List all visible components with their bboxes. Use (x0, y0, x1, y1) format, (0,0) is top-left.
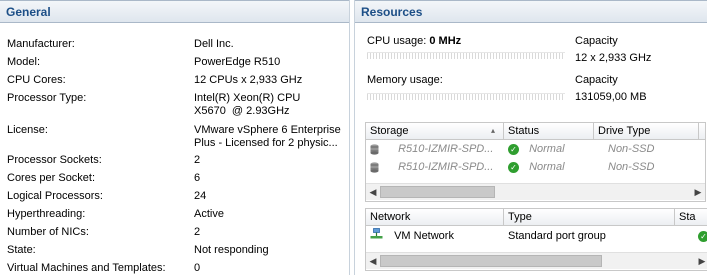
resources-header: Resources (355, 0, 707, 23)
cpu-capacity-label: Capacity (575, 35, 618, 47)
memory-usage-meter (367, 93, 565, 100)
network-column-header[interactable]: Network (366, 209, 504, 225)
storage-row-2-status-text: Normal (529, 161, 565, 173)
vms-templates-value: 0 (194, 262, 201, 274)
storage-horizontal-scrollbar[interactable]: ◀ ▶ (366, 183, 705, 200)
manufacturer-value: Dell Inc. (194, 38, 234, 50)
general-panel: General Manufacturer: Dell Inc. Model: P… (0, 0, 350, 275)
cpu-usage-value: 0 MHz (429, 35, 462, 47)
memory-usage-label: Memory usage: (367, 74, 443, 86)
storage-row-2-status: ✓ Normal (508, 159, 596, 176)
cpu-usage-text: CPU usage: (367, 35, 427, 47)
storage-grid: Storage ▴ Status Drive Type R510-IZMIR-S… (365, 122, 706, 202)
hyperthreading-value: Active (194, 208, 224, 220)
status-column-header-truncated[interactable]: Sta (675, 209, 707, 225)
storage-row-1-name[interactable]: R510-IZMIR-SPD... (370, 141, 502, 158)
scroll-left-icon[interactable]: ◀ (366, 253, 380, 269)
cores-per-socket-label: Cores per Socket: (7, 172, 96, 184)
network-row-1-text: VM Network (394, 230, 454, 243)
license-line-2: Plus - Licensed for 2 physic... (194, 137, 338, 149)
storage-row-2-text: R510-IZMIR-SPD... (398, 161, 494, 173)
network-grid: Network Type Sta VM Network Standard por… (365, 208, 707, 271)
state-value: Not responding (194, 244, 269, 256)
datastore-icon (370, 143, 379, 155)
status-column-header[interactable]: Status (504, 123, 594, 139)
cores-per-socket-value: 6 (194, 172, 201, 184)
resources-panel: Resources CPU usage: 0 MHz Capacity 12 x… (354, 0, 707, 275)
scroll-thumb[interactable] (380, 255, 602, 267)
scroll-left-icon[interactable]: ◀ (366, 184, 380, 200)
network-row-1-status: ✓ (698, 228, 707, 245)
network-grid-header: Network Type Sta (366, 209, 707, 226)
license-line-1: VMware vSphere 6 Enterprise (194, 124, 341, 136)
state-label: State: (7, 244, 36, 256)
logical-processors-value: 24 (194, 190, 207, 202)
storage-row-1-status: ✓ Normal (508, 141, 596, 158)
processor-type-line-2: X5670 @ 2.93GHz (194, 105, 290, 117)
sort-asc-icon: ▴ (490, 126, 495, 135)
storage-row-1-text: R510-IZMIR-SPD... (398, 143, 494, 155)
datastore-icon (370, 161, 379, 173)
memory-capacity-value: 131059,00 MB (575, 91, 647, 103)
ok-status-icon: ✓ (508, 161, 519, 173)
logical-processors-label: Logical Processors: (7, 190, 103, 202)
processor-type-value: Intel(R) Xeon(R) CPU X5670 @ 2.93GHz (194, 92, 344, 118)
ok-status-icon: ✓ (698, 230, 707, 242)
storage-row-2-name[interactable]: R510-IZMIR-SPD... (370, 159, 502, 176)
processor-sockets-label: Processor Sockets: (7, 154, 102, 166)
cpu-cores-value: 12 CPUs x 2,933 GHz (194, 74, 303, 86)
scroll-thumb[interactable] (380, 186, 495, 198)
manufacturer-label: Manufacturer: (7, 38, 75, 50)
processor-type-label: Processor Type: (7, 92, 87, 104)
license-label: License: (7, 124, 48, 136)
network-row-1-name[interactable]: VM Network (370, 228, 502, 245)
memory-capacity-label: Capacity (575, 74, 618, 86)
storage-column-header[interactable]: Storage ▴ (366, 123, 504, 139)
number-of-nics-value: 2 (194, 226, 201, 238)
ok-status-icon: ✓ (508, 143, 519, 155)
hyperthreading-label: Hyperthreading: (7, 208, 86, 220)
cpu-capacity-value: 12 x 2,933 GHz (575, 52, 652, 64)
storage-row-1-status-text: Normal (529, 143, 565, 155)
cpu-cores-label: CPU Cores: (7, 74, 66, 86)
model-label: Model: (7, 56, 41, 68)
storage-row-2-drive-type: Non-SSD (608, 161, 655, 173)
network-horizontal-scrollbar[interactable]: ◀ ▶ (366, 252, 707, 269)
network-row-1-type: Standard port group (508, 230, 606, 242)
model-value: PowerEdge R510 (194, 56, 281, 68)
storage-column-label: Storage (370, 125, 409, 137)
drive-type-column-header[interactable]: Drive Type (594, 123, 699, 139)
processor-type-line-1: Intel(R) Xeon(R) CPU (194, 92, 301, 104)
storage-grid-header: Storage ▴ Status Drive Type (366, 123, 705, 140)
scroll-right-icon[interactable]: ▶ (691, 184, 705, 200)
scroll-right-icon[interactable]: ▶ (695, 253, 707, 269)
vms-templates-label: Virtual Machines and Templates: (7, 262, 166, 274)
number-of-nics-label: Number of NICs: (7, 226, 89, 238)
cpu-usage-label: CPU usage: 0 MHz (367, 35, 461, 47)
general-header: General (0, 0, 349, 23)
network-icon (370, 228, 383, 245)
type-column-header[interactable]: Type (504, 209, 675, 225)
cpu-usage-meter (367, 52, 565, 59)
processor-sockets-value: 2 (194, 154, 201, 166)
storage-row-1-drive-type: Non-SSD (608, 143, 655, 155)
license-value: VMware vSphere 6 Enterprise Plus - Licen… (194, 124, 344, 150)
